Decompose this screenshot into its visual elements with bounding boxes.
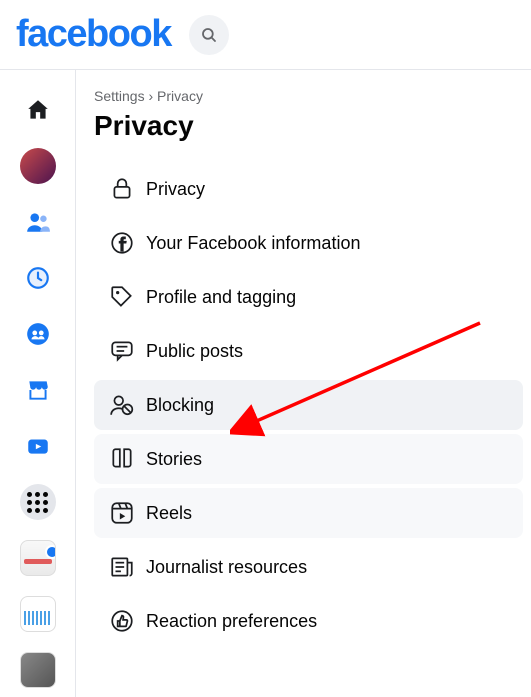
breadcrumb-separator: ›: [148, 88, 153, 104]
shortcut-2[interactable]: [20, 596, 56, 632]
menu-label: Stories: [146, 449, 202, 470]
like-icon: [104, 608, 140, 634]
book-icon: [104, 446, 140, 472]
shortcut-thumbnail: [20, 540, 56, 576]
left-sidebar: [0, 70, 76, 697]
menu-item-privacy[interactable]: Privacy: [94, 164, 523, 214]
tag-icon: [104, 284, 140, 310]
menu-label: Privacy: [146, 179, 205, 200]
speech-icon: [104, 338, 140, 364]
facebook-logo[interactable]: facebook: [16, 13, 171, 56]
memories-icon[interactable]: [20, 260, 56, 296]
menu-item-journalist[interactable]: Journalist resources: [94, 542, 523, 592]
menu-item-fb-info[interactable]: Your Facebook information: [94, 218, 523, 268]
menu-item-reactions[interactable]: Reaction preferences: [94, 596, 523, 646]
menu-label: Public posts: [146, 341, 243, 362]
page-title: Privacy: [94, 110, 523, 142]
menu-label: Profile and tagging: [146, 287, 296, 308]
grid-dots-icon: [27, 492, 48, 513]
breadcrumb[interactable]: Settings › Privacy: [94, 88, 523, 104]
breadcrumb-root[interactable]: Settings: [94, 88, 145, 104]
menu-label: Reaction preferences: [146, 611, 317, 632]
blocking-icon: [104, 392, 140, 418]
menu-label: Blocking: [146, 395, 214, 416]
menu-label: Journalist resources: [146, 557, 307, 578]
shortcut-3[interactable]: [20, 652, 56, 688]
facebook-circle-icon: [104, 230, 140, 256]
menu-label: Reels: [146, 503, 192, 524]
shortcut-1[interactable]: [20, 540, 56, 576]
marketplace-icon[interactable]: [20, 372, 56, 408]
see-more-button[interactable]: [20, 484, 56, 520]
shortcut-thumbnail: [20, 596, 56, 632]
friends-icon[interactable]: [20, 204, 56, 240]
shortcut-thumbnail: [20, 652, 56, 688]
header: facebook: [0, 0, 531, 70]
menu-item-reels[interactable]: Reels: [94, 488, 523, 538]
avatar-icon: [20, 148, 56, 184]
menu-label: Your Facebook information: [146, 233, 360, 254]
menu-item-public-posts[interactable]: Public posts: [94, 326, 523, 376]
breadcrumb-current: Privacy: [157, 88, 203, 104]
news-icon: [104, 554, 140, 580]
reel-icon: [104, 500, 140, 526]
groups-icon[interactable]: [20, 316, 56, 352]
settings-menu: Privacy Your Facebook information Profil…: [94, 164, 523, 646]
search-icon: [200, 26, 218, 44]
profile-avatar[interactable]: [20, 148, 56, 184]
search-button[interactable]: [189, 15, 229, 55]
watch-icon[interactable]: [20, 428, 56, 464]
menu-item-stories[interactable]: Stories: [94, 434, 523, 484]
home-icon[interactable]: [20, 92, 56, 128]
menu-item-blocking[interactable]: Blocking: [94, 380, 523, 430]
lock-icon: [104, 176, 140, 202]
main-content: Settings › Privacy Privacy Privacy Your …: [76, 70, 531, 697]
menu-item-profile-tagging[interactable]: Profile and tagging: [94, 272, 523, 322]
